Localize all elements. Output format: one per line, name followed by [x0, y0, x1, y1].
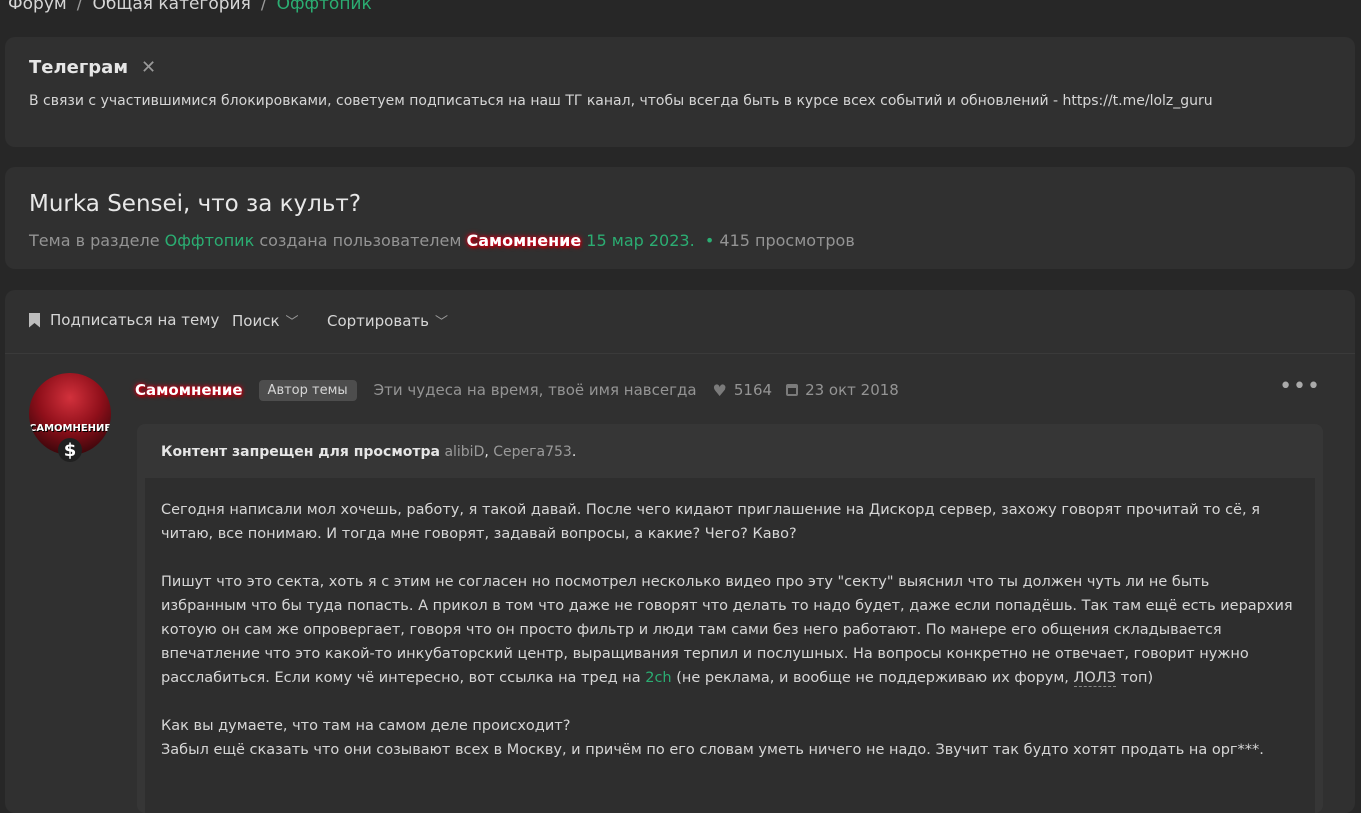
- avatar-text: САМОМНЕНИЕ: [29, 423, 111, 434]
- thread-toolbar: Подписаться на тему Поиск ﹀ Сортировать …: [5, 290, 1355, 354]
- restricted-user-link[interactable]: alibiD: [444, 444, 484, 460]
- subscribe-label: Подписаться на тему: [50, 311, 220, 329]
- thread-meta: Тема в разделе Оффтопик создана пользова…: [29, 231, 855, 250]
- user-status: Эти чудеса на время, твоё имя навсегда: [373, 381, 697, 399]
- restriction-label: Контент запрещен для просмотра: [161, 444, 440, 460]
- calendar-icon: [786, 384, 799, 396]
- post-body: Сегодня написали мол хочешь, работу, я т…: [145, 478, 1315, 813]
- paragraph-3-line-2: Забыл ещё сказать что они созывают всех …: [161, 742, 1264, 758]
- paragraph-1: Сегодня написали мол хочешь, работу, я т…: [161, 502, 1260, 542]
- breadcrumb-current[interactable]: Оффтопик: [277, 0, 372, 14]
- restriction-notice: Контент запрещен для просмотра alibiD, С…: [161, 444, 576, 460]
- thread-header: Murka Sensei, что за культ? Тема в разде…: [5, 167, 1355, 269]
- join-date-value: 23 окт 2018: [805, 381, 899, 399]
- lolz-abbr[interactable]: ЛОЛЗ: [1073, 670, 1117, 687]
- post-container: Подписаться на тему Поиск ﹀ Сортировать …: [5, 290, 1355, 813]
- restricted-user-link[interactable]: Серега753: [493, 444, 572, 460]
- more-options-icon[interactable]: •••: [1279, 374, 1321, 399]
- comma: ,: [484, 444, 494, 460]
- thread-title: Murka Sensei, что за культ?: [29, 191, 362, 217]
- heart-icon: ♥: [712, 380, 727, 400]
- paragraph-3-line-1: Как вы думаете, что там на самом деле пр…: [161, 718, 571, 734]
- bookmark-icon: [29, 312, 40, 328]
- chevron-down-icon: ﹀: [434, 315, 448, 330]
- breadcrumb-forum[interactable]: Форум: [8, 0, 67, 14]
- subscribe-button[interactable]: Подписаться на тему: [29, 311, 219, 329]
- paragraph-3: Как вы думаете, что там на самом деле пр…: [161, 714, 1299, 762]
- author-badge: Автор темы: [258, 379, 357, 401]
- thread-views: 415 просмотров: [719, 231, 855, 250]
- likes-count: ♥ 5164: [713, 381, 773, 400]
- paragraph-2-text-b: (не реклама, и вообще не поддерживаю их …: [676, 670, 1069, 686]
- period: .: [571, 444, 577, 460]
- breadcrumb-category[interactable]: Общая категория: [92, 0, 250, 14]
- meta-dot: •: [699, 231, 715, 250]
- thread-date[interactable]: 15 мар 2023.: [586, 231, 694, 250]
- notice-title: Телеграм: [29, 57, 129, 78]
- notice-text: В связи с участившимися блокировками, со…: [29, 93, 1213, 109]
- telegram-notice: Телеграм ✕ В связи с участившимися блоки…: [5, 37, 1355, 147]
- sort-dropdown[interactable]: Сортировать ﹀: [327, 311, 448, 331]
- 2ch-link[interactable]: 2ch: [645, 670, 671, 686]
- sort-label: Сортировать: [327, 311, 429, 330]
- paragraph-2-text-c: топ): [1120, 670, 1154, 686]
- likes-value: 5164: [733, 381, 773, 399]
- search-dropdown[interactable]: Поиск ﹀: [232, 311, 299, 331]
- chevron-down-icon: ﹀: [285, 315, 299, 330]
- breadcrumb-separator: /: [260, 0, 267, 14]
- meta-middle: создана пользователем: [259, 231, 462, 250]
- thread-author-link[interactable]: Самомнение: [466, 231, 581, 250]
- search-label: Поиск: [232, 311, 280, 330]
- section-link[interactable]: Оффтопик: [165, 231, 255, 250]
- close-icon[interactable]: ✕: [141, 57, 156, 78]
- breadcrumb: Форум / Общая категория / Оффтопик: [8, 0, 372, 14]
- dollar-icon: $: [58, 438, 82, 462]
- breadcrumb-separator: /: [76, 0, 83, 14]
- post-author-link[interactable]: Самомнение: [135, 381, 243, 399]
- post-content: Контент запрещен для просмотра alibiD, С…: [137, 424, 1323, 813]
- post-header: Самомнение Автор темы Эти чудеса на врем…: [135, 378, 899, 402]
- join-date: 23 окт 2018: [786, 381, 899, 399]
- paragraph-2: Пишут что это секта, хоть я с этим не со…: [161, 570, 1299, 690]
- meta-prefix: Тема в разделе: [29, 231, 160, 250]
